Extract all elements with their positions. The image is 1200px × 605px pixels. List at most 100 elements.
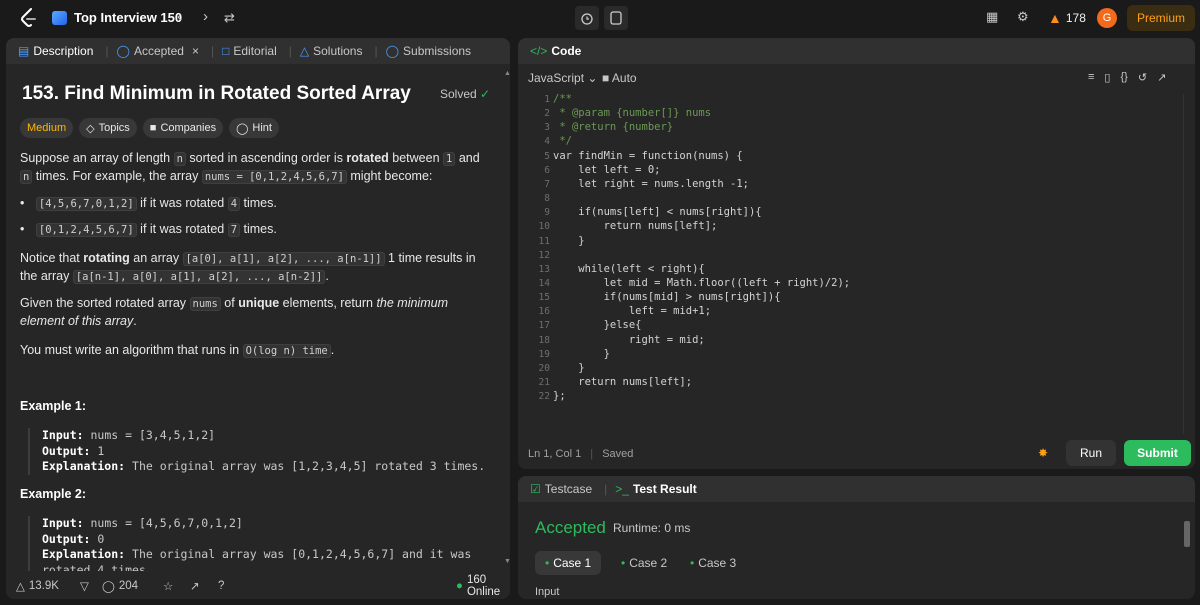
example-2-block: Input: nums = [4,5,6,7,0,1,2] Output: 0 … (28, 516, 488, 571)
expand-icon[interactable]: ↗ (1157, 71, 1166, 84)
description-panel: ▤ Description | ◯ Accepted × | □ Editori… (6, 38, 510, 599)
timer-button[interactable] (575, 6, 599, 30)
code-editor[interactable]: 1/** 2 * @param {number[]} nums 3 * @retur… (518, 93, 1178, 434)
checkbox-icon: ☑ (530, 482, 541, 496)
hint-chip[interactable]: ◯ Hint (229, 118, 279, 138)
debug-bug-icon[interactable]: ✸ (1038, 446, 1048, 460)
code-line: while(left < right){ (553, 262, 705, 275)
tab-accepted[interactable]: ◯ Accepted × (113, 44, 204, 58)
braces-icon[interactable]: {} (1120, 71, 1127, 84)
tab-description[interactable]: ▤ Description (14, 44, 97, 58)
lightbulb-icon: ◯ (236, 122, 249, 135)
code-line: if(nums[left] < nums[right]){ (553, 206, 762, 219)
line-number: 12 (538, 249, 550, 261)
test-tabbar: ☑ Testcase | >_ Test Result (518, 476, 1195, 502)
language-select[interactable]: JavaScript ⌄ (528, 71, 597, 85)
tab-submissions[interactable]: ◯ Submissions (382, 44, 475, 58)
tab-testcase[interactable]: ☑ Testcase (526, 482, 596, 496)
line-number: 10 (538, 221, 550, 233)
chevron-down-icon: ⌄ (587, 71, 598, 85)
comments-button[interactable]: ◯ 204 (102, 579, 138, 593)
problem-list-title[interactable]: Top Interview 150 (74, 10, 182, 25)
notes-button[interactable] (604, 6, 628, 30)
verdict-label: Accepted (535, 518, 606, 537)
code-scrollbar[interactable] (1183, 94, 1191, 434)
line-number: 20 (538, 362, 550, 374)
code-line: right = mid; (553, 333, 705, 346)
problem-paragraph-2: Notice that rotating an array [a[0], a[1… (20, 251, 476, 284)
description-scrollbar[interactable]: ▲ ▼ (503, 68, 510, 568)
line-number: 14 (538, 277, 550, 289)
pass-dot-icon: • (621, 556, 626, 570)
code-line: }else{ (553, 319, 642, 332)
alarm-clock-icon (581, 13, 593, 25)
code-line: } (553, 347, 610, 360)
tab-code[interactable]: </> Code (526, 44, 585, 58)
share-icon[interactable]: ↗ (190, 579, 200, 593)
line-number: 2 (544, 108, 550, 120)
thumbs-down-icon: ▽ (80, 580, 89, 593)
tab-editorial[interactable]: □ Editorial (218, 44, 281, 58)
code-toolbar: JavaScript ⌄ ■ Auto ≡ ▯ {} ↺ ↗ (518, 68, 1195, 86)
avatar[interactable]: G (1097, 8, 1117, 28)
example-1-title: Example 1: (20, 399, 87, 413)
line-number: 1 (544, 94, 550, 105)
pass-dot-icon: • (690, 556, 695, 570)
run-button[interactable]: Run (1066, 440, 1116, 466)
flame-icon: ▲ (1048, 10, 1062, 26)
flask-icon: △ (299, 44, 310, 58)
close-tab-icon[interactable]: × (192, 44, 199, 58)
favorite-star-icon[interactable]: ☆ (163, 579, 173, 593)
format-icon[interactable]: ≡ (1088, 71, 1094, 84)
note-icon (610, 11, 622, 25)
case-2-tab[interactable]: • Case 2 (611, 551, 677, 575)
case-1-tab[interactable]: • Case 1 (535, 551, 602, 575)
code-status: Ln 1, Col 1 | Saved (528, 448, 634, 460)
premium-button[interactable]: Premium (1127, 5, 1195, 31)
shuffle-icon[interactable]: ⇄ (224, 10, 235, 26)
topics-chip[interactable]: ◇ Topics (79, 118, 137, 138)
online-dot-icon: ● (456, 579, 463, 592)
next-problem-icon[interactable]: › (203, 8, 208, 25)
clock-icon: ◯ (116, 44, 130, 58)
document-icon: ▤ (18, 44, 30, 58)
leetcode-logo-icon[interactable] (20, 8, 38, 28)
line-number: 15 (538, 292, 550, 304)
code-line: left = mid+1; (553, 305, 712, 318)
tab-solutions[interactable]: △ Solutions (296, 44, 367, 58)
reset-icon[interactable]: ↺ (1138, 71, 1147, 84)
list-item: [4,5,6,7,0,1,2] if it was rotated 4 time… (20, 196, 277, 211)
problem-paragraph-1: Suppose an array of length n sorted in a… (20, 151, 480, 184)
streak-counter[interactable]: ▲ 178 (1048, 10, 1086, 26)
layout-grid-icon[interactable]: ▦ (986, 9, 998, 25)
example-2-title: Example 2: (20, 487, 87, 501)
line-number: 18 (538, 334, 550, 346)
settings-gear-icon[interactable]: ⚙ (1017, 9, 1029, 25)
auto-save-indicator[interactable]: ■ Auto (602, 71, 637, 85)
problem-list-icon[interactable] (52, 11, 67, 25)
test-scrollbar[interactable] (1182, 506, 1192, 596)
submit-button[interactable]: Submit (1124, 440, 1191, 466)
like-button[interactable]: △ 13.9K (16, 579, 59, 593)
tag-icon: ◇ (86, 122, 95, 135)
line-number: 5 (544, 150, 550, 162)
line-number: 13 (538, 263, 550, 275)
problem-title[interactable]: 153. Find Minimum in Rotated Sorted Arra… (22, 83, 411, 105)
help-icon[interactable]: ? (218, 580, 224, 592)
runtime-label: Runtime: 0 ms (613, 521, 691, 535)
list-item: [0,1,2,4,5,6,7] if it was rotated 7 time… (20, 222, 277, 237)
test-result-panel: ☑ Testcase | >_ Test Result Accepted Run… (518, 476, 1195, 599)
line-number: 7 (544, 178, 550, 190)
case-3-tab[interactable]: • Case 3 (680, 551, 746, 575)
prev-problem-icon[interactable]: ‹ (177, 8, 182, 25)
description-footer: △ 13.9K ▽ ◯ 204 ☆ ↗ ? ● 160 Online (6, 572, 510, 599)
tab-test-result[interactable]: >_ Test Result (611, 482, 700, 496)
line-number: 8 (544, 193, 550, 205)
check-circle-icon: ✓ (480, 87, 491, 101)
dislike-button[interactable]: ▽ (80, 579, 89, 593)
companies-chip[interactable]: ■ Companies (142, 118, 224, 138)
code-line: */ (553, 135, 572, 148)
bookmark-icon[interactable]: ▯ (1104, 71, 1110, 84)
lock-icon: ■ (602, 71, 610, 85)
line-number: 9 (544, 207, 550, 219)
